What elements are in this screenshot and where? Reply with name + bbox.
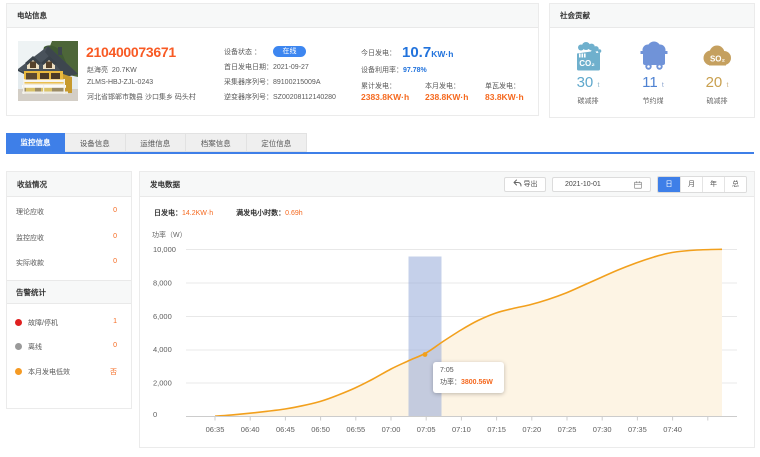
svg-text:07:15: 07:15 (487, 425, 506, 434)
svg-text:07:20: 07:20 (522, 425, 541, 434)
svg-text:07:30: 07:30 (593, 425, 612, 434)
svg-text:06:45: 06:45 (276, 425, 295, 434)
svg-text:10,000: 10,000 (153, 245, 176, 254)
svg-text:06:40: 06:40 (241, 425, 260, 434)
svg-text:06:50: 06:50 (311, 425, 330, 434)
svg-text:06:35: 06:35 (206, 425, 225, 434)
svg-text:07:40: 07:40 (663, 425, 682, 434)
svg-text:07:25: 07:25 (558, 425, 577, 434)
svg-text:6,000: 6,000 (153, 312, 172, 321)
svg-text:07:05: 07:05 (417, 425, 436, 434)
svg-text:8,000: 8,000 (153, 278, 172, 287)
svg-text:07:10: 07:10 (452, 425, 471, 434)
svg-text:4,000: 4,000 (153, 345, 172, 354)
svg-text:07:35: 07:35 (628, 425, 647, 434)
svg-text:06:55: 06:55 (346, 425, 365, 434)
svg-text:0: 0 (153, 410, 157, 419)
svg-text:07:00: 07:00 (382, 425, 401, 434)
svg-text:2,000: 2,000 (153, 378, 172, 387)
